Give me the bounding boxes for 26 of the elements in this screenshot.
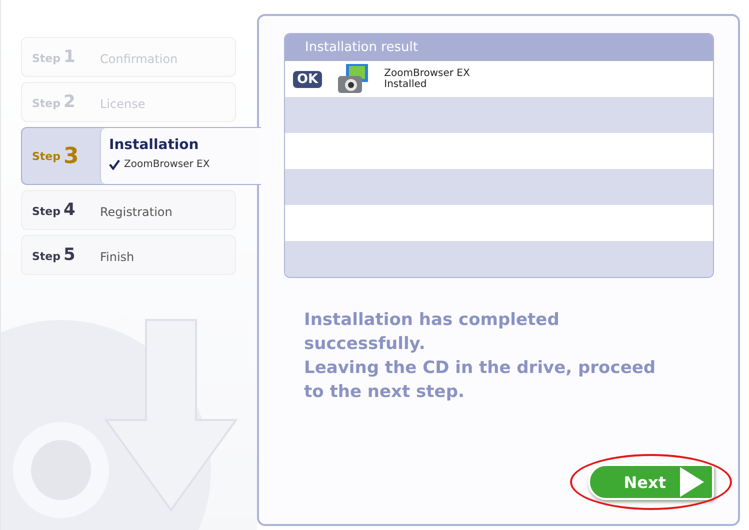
step-item[interactable]: Step 4 Registration: [21, 190, 236, 230]
step-number: 3: [64, 144, 79, 168]
step-word: Step: [32, 250, 61, 263]
result-title: Installation result: [285, 34, 713, 61]
step-word: Step: [32, 97, 61, 110]
step-label: Confirmation: [100, 52, 178, 66]
step-word: Step: [32, 52, 61, 65]
arrow-icon: [680, 467, 704, 497]
step-item[interactable]: Step 5 Finish: [21, 235, 236, 275]
step-word: Step: [32, 150, 61, 162]
step-word: Step: [32, 205, 61, 218]
step-number: 5: [64, 245, 76, 265]
step-label: Finish: [100, 250, 134, 264]
message-text: Leaving the CD in the drive, proceed to the next step.: [304, 357, 657, 404]
camera-photos-icon: [336, 64, 370, 94]
program-name: ZoomBrowser EX: [384, 68, 470, 79]
step-label: License: [100, 96, 146, 110]
step-number: 2: [64, 92, 76, 112]
step-label: Registration: [100, 204, 172, 218]
status-badge: OK: [293, 70, 322, 88]
step-number: 1: [64, 47, 76, 67]
step-label: Installation: [109, 137, 199, 153]
step-number: 4: [64, 200, 76, 220]
message-text: Installation has completed successfully.: [304, 309, 560, 356]
install-status: Installed: [384, 79, 428, 90]
sub-step-label: ZoomBrowser EX: [124, 159, 210, 170]
